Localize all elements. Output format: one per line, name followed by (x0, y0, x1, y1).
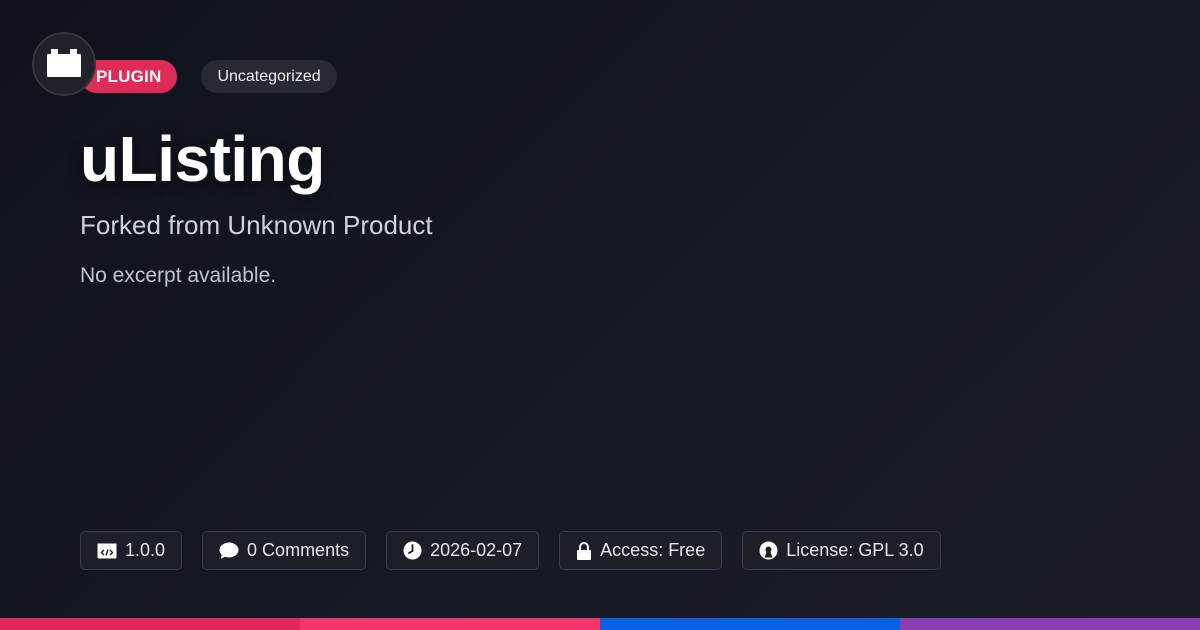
meta-comments[interactable]: 0 Comments (202, 531, 367, 570)
stripe-segment (600, 618, 900, 630)
meta-access: Access: Free (559, 531, 723, 570)
plugin-block-icon (47, 49, 81, 77)
access-text: Access: Free (600, 540, 706, 560)
stripe-segment (300, 618, 600, 630)
subtitle: Forked from Unknown Product (80, 210, 433, 240)
comment-icon (219, 542, 239, 559)
clock-icon (403, 541, 422, 560)
color-stripe (0, 618, 1200, 630)
plugin-icon (32, 32, 96, 96)
category-badge[interactable]: Uncategorized (201, 60, 337, 93)
meta-bar: 1.0.0 0 Comments 2026-02-07 Access: Free… (80, 531, 941, 570)
date-text: 2026-02-07 (430, 540, 523, 560)
license-text: License: GPL 3.0 (786, 540, 924, 560)
stripe-segment (900, 618, 1200, 630)
lock-icon (577, 541, 592, 560)
comments-text: 0 Comments (247, 540, 350, 560)
meta-version: 1.0.0 (80, 531, 183, 570)
open-source-icon (759, 541, 778, 560)
meta-license[interactable]: License: GPL 3.0 (742, 531, 941, 570)
page-title: uListing (80, 123, 325, 195)
version-text: 1.0.0 (125, 540, 166, 560)
tag-group: PLUGIN Uncategorized (80, 60, 337, 93)
meta-date: 2026-02-07 (386, 531, 540, 570)
code-icon (97, 543, 117, 558)
excerpt: No excerpt available. (80, 264, 277, 287)
stripe-segment (0, 618, 300, 630)
